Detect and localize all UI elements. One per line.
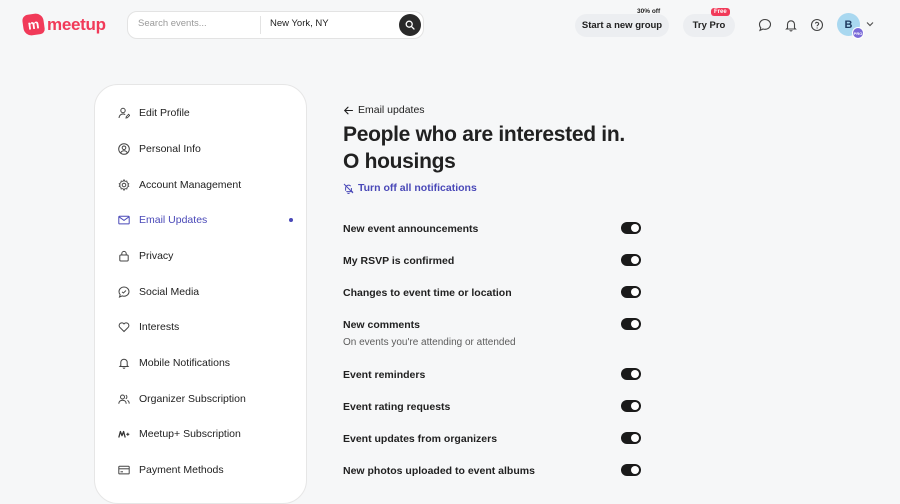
meetup-plus-icon xyxy=(118,428,130,440)
back-link-label: Email updates xyxy=(358,104,425,116)
pref-label: My RSVP is confirmed xyxy=(343,255,455,267)
toggle-switch[interactable] xyxy=(621,400,641,412)
sidebar-item-edit-profile[interactable]: Edit Profile xyxy=(118,102,293,124)
pref-label: Event updates from organizers xyxy=(343,433,498,445)
lock-icon xyxy=(118,250,130,262)
pref-row-new-photos: New photos uploaded to event albums xyxy=(343,464,643,485)
toggle-knob xyxy=(631,256,639,264)
sidebar-item-social-media[interactable]: Social Media xyxy=(118,281,293,303)
search-bar xyxy=(127,11,424,39)
mail-icon xyxy=(118,214,130,226)
toggle-switch[interactable] xyxy=(621,368,641,380)
pref-row-new-event-announcements: New event announcements xyxy=(343,222,643,243)
user-edit-icon xyxy=(118,107,130,119)
sidebar-item-label: Privacy xyxy=(139,250,174,262)
sidebar-item-account-management[interactable]: Account Management xyxy=(118,174,293,196)
messages-icon[interactable] xyxy=(756,16,773,33)
toggle-knob xyxy=(631,320,639,328)
search-input[interactable] xyxy=(138,18,258,29)
start-new-group-button[interactable]: Start a new group xyxy=(575,14,669,37)
pref-label: Changes to event time or location xyxy=(343,287,512,299)
credit-card-icon xyxy=(118,464,130,476)
pref-label: New event announcements xyxy=(343,223,479,235)
toggle-knob xyxy=(631,224,639,232)
heart-icon xyxy=(118,321,130,333)
sidebar-item-label: Meetup+ Subscription xyxy=(139,428,241,440)
search-button[interactable] xyxy=(399,14,421,36)
sidebar-item-label: Email Updates xyxy=(139,214,208,226)
chevron-down-icon[interactable] xyxy=(865,19,875,29)
sidebar-item-label: Personal Info xyxy=(139,143,201,155)
start-new-group-label: Start a new group xyxy=(581,20,663,31)
page-title: People who are interested in. O housings xyxy=(343,123,625,173)
meetup-logo-mark: m xyxy=(21,12,46,37)
arrow-left-icon xyxy=(343,106,354,114)
sidebar-item-email-updates[interactable]: Email Updates xyxy=(118,209,293,231)
toggle-switch[interactable] xyxy=(621,432,641,444)
pref-row-rsvp-confirmed: My RSVP is confirmed xyxy=(343,254,643,275)
pref-label: New comments xyxy=(343,319,421,331)
toggle-switch[interactable] xyxy=(621,254,641,266)
top-navigation-bar: m meetup Start a new group 30% off Try P… xyxy=(0,0,900,50)
pro-badge: PRO xyxy=(852,27,864,39)
person-circle-icon xyxy=(118,143,130,155)
settings-sidebar: Edit Profile Personal Info Account Manag… xyxy=(94,84,307,504)
search-icon xyxy=(405,20,415,30)
sidebar-item-meetup-plus-subscription[interactable]: Meetup+ Subscription xyxy=(118,423,293,445)
promo-discount-text: 30% off xyxy=(637,8,661,15)
toggle-knob xyxy=(631,370,639,378)
sidebar-item-label: Organizer Subscription xyxy=(139,393,246,405)
chat-bubble-icon xyxy=(118,286,130,298)
sidebar-item-label: Account Management xyxy=(139,179,242,191)
toggle-switch[interactable] xyxy=(621,318,641,330)
pref-label: Event rating requests xyxy=(343,401,451,413)
sidebar-item-label: Edit Profile xyxy=(139,107,190,119)
toggle-knob xyxy=(631,466,639,474)
pref-label: New photos uploaded to event albums xyxy=(343,465,535,477)
toggle-knob xyxy=(631,402,639,410)
sidebar-item-mobile-notifications[interactable]: Mobile Notifications xyxy=(118,352,293,374)
sidebar-item-organizer-subscription[interactable]: Organizer Subscription xyxy=(118,388,293,410)
bell-off-icon xyxy=(343,183,354,194)
meetup-logo[interactable]: m meetup xyxy=(21,12,106,37)
avatar-initial: B xyxy=(844,18,853,31)
people-icon xyxy=(118,393,130,405)
pref-row-organizer-updates: Event updates from organizers xyxy=(343,432,643,453)
back-link[interactable]: Email updates xyxy=(343,104,425,116)
toggle-switch[interactable] xyxy=(621,464,641,476)
turn-off-all-notifications-link[interactable]: Turn off all notifications xyxy=(343,182,477,194)
sidebar-item-label: Interests xyxy=(139,321,180,333)
pref-row-event-time-location-changes: Changes to event time or location xyxy=(343,286,643,307)
sidebar-item-label: Social Media xyxy=(139,286,200,298)
sidebar-item-payment-methods[interactable]: Payment Methods xyxy=(118,459,293,481)
pref-description: On events you're attending or attended xyxy=(343,337,516,348)
pref-row-event-rating-requests: Event rating requests xyxy=(343,400,643,421)
sidebar-item-label: Mobile Notifications xyxy=(139,357,231,369)
try-pro-label: Try Pro xyxy=(692,20,726,31)
pref-row-event-reminders: Event reminders xyxy=(343,368,643,389)
toggle-switch[interactable] xyxy=(621,222,641,234)
search-divider xyxy=(260,16,261,34)
try-pro-button[interactable]: Try Pro xyxy=(683,14,735,37)
turn-off-all-label: Turn off all notifications xyxy=(358,182,477,194)
toggle-switch[interactable] xyxy=(621,286,641,298)
sidebar-item-privacy[interactable]: Privacy xyxy=(118,245,293,267)
free-badge: Free xyxy=(711,8,730,16)
help-icon[interactable] xyxy=(808,16,825,33)
sidebar-item-interests[interactable]: Interests xyxy=(118,316,293,338)
bell-icon xyxy=(118,357,130,369)
sidebar-item-personal-info[interactable]: Personal Info xyxy=(118,138,293,160)
meetup-logo-text: meetup xyxy=(47,14,106,34)
toggle-knob xyxy=(631,434,639,442)
location-input[interactable] xyxy=(270,18,390,29)
gear-icon xyxy=(118,179,130,191)
pref-label: Event reminders xyxy=(343,369,426,381)
pref-row-new-comments: New comments On events you're attending … xyxy=(343,318,643,353)
toggle-knob xyxy=(631,288,639,296)
bell-icon[interactable] xyxy=(782,16,799,33)
active-indicator-dot xyxy=(289,218,293,222)
sidebar-item-label: Payment Methods xyxy=(139,464,224,476)
